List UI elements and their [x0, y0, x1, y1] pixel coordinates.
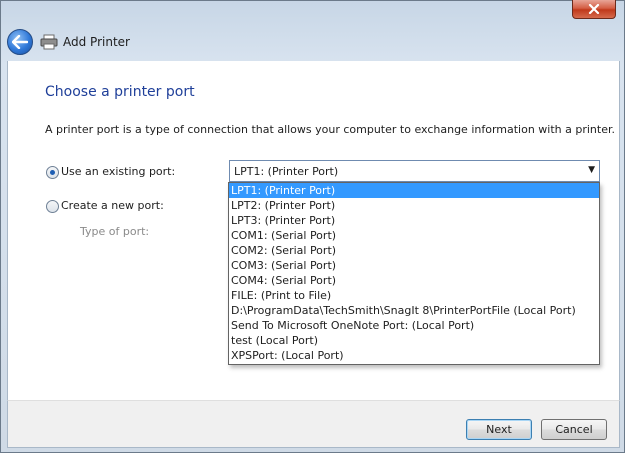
back-button[interactable] [7, 29, 33, 55]
window-title: Add Printer [63, 35, 130, 49]
port-option[interactable]: Send To Microsoft OneNote Port: (Local P… [229, 318, 599, 333]
new-port-label[interactable]: Create a new port: [61, 199, 164, 212]
window-frame: Add Printer Choose a printer port A prin… [0, 0, 625, 453]
back-arrow-icon [12, 35, 28, 49]
type-of-port-label: Type of port: [80, 225, 150, 238]
port-option[interactable]: LPT2: (Printer Port) [229, 198, 599, 213]
port-option[interactable]: LPT1: (Printer Port) [229, 183, 599, 198]
port-option[interactable]: COM4: (Serial Port) [229, 273, 599, 288]
existing-port-label[interactable]: Use an existing port: [61, 165, 175, 178]
close-icon [588, 4, 600, 14]
port-option[interactable]: LPT3: (Printer Port) [229, 213, 599, 228]
port-option[interactable]: D:\ProgramData\TechSmith\SnagIt 8\Printe… [229, 303, 599, 318]
chevron-down-icon: ▼ [588, 165, 595, 175]
page-heading: Choose a printer port [45, 84, 195, 100]
title-bar: Add Printer [1, 0, 625, 61]
wizard-footer: Next Cancel [7, 400, 620, 448]
close-button[interactable] [572, 0, 616, 19]
port-option[interactable]: COM1: (Serial Port) [229, 228, 599, 243]
port-option[interactable]: XPSPort: (Local Port) [229, 348, 599, 363]
port-option[interactable]: COM3: (Serial Port) [229, 258, 599, 273]
port-option[interactable]: test (Local Port) [229, 333, 599, 348]
page-description: A printer port is a type of connection t… [45, 123, 615, 136]
port-select[interactable]: LPT1: (Printer Port) ▼ [229, 160, 600, 182]
cancel-button[interactable]: Cancel [541, 419, 607, 440]
port-option[interactable]: FILE: (Print to File) [229, 288, 599, 303]
printer-icon [40, 34, 58, 50]
next-button[interactable]: Next [466, 419, 532, 440]
new-port-radio[interactable] [46, 200, 59, 213]
port-select-value: LPT1: (Printer Port) [234, 165, 339, 178]
port-option[interactable]: COM2: (Serial Port) [229, 243, 599, 258]
port-dropdown-list[interactable]: LPT1: (Printer Port) LPT2: (Printer Port… [228, 182, 600, 365]
existing-port-radio[interactable] [46, 166, 59, 179]
